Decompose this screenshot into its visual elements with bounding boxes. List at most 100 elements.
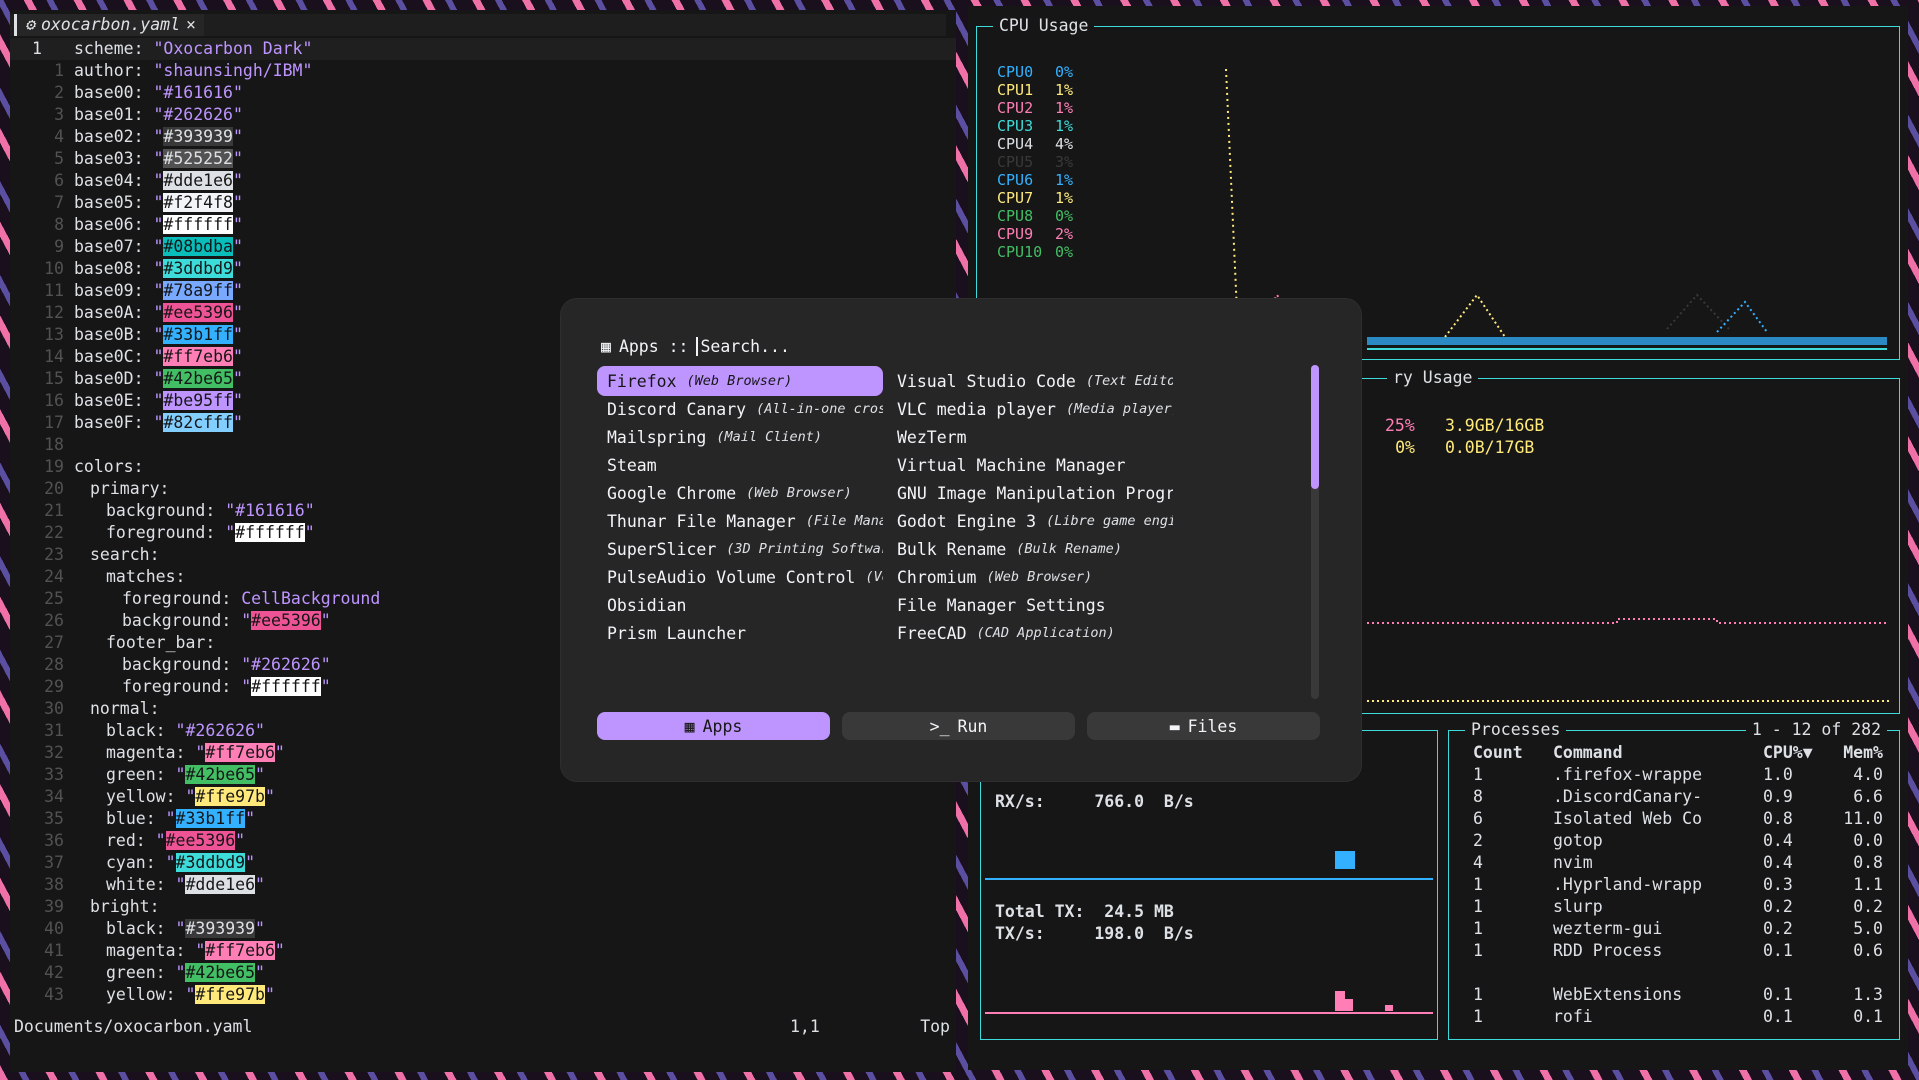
processes-panel[interactable]: Processes 1 - 12 of 282 Count Command CP… (1448, 720, 1900, 1040)
table-row[interactable]: 1 slurp 0.2 0.2 (1473, 895, 1883, 917)
line-number: 30 (44, 699, 64, 718)
app-item[interactable]: File Manager Settings (887, 590, 1173, 620)
code-line[interactable]: 2 base00: "#161616" (10, 82, 956, 104)
table-row[interactable]: 1 WebExtensions 0.1 1.3 (1473, 983, 1883, 1005)
table-row[interactable]: 1 .Hyprland-wrapp 0.3 1.1 (1473, 873, 1883, 895)
yaml-key: matches: (106, 567, 186, 586)
process-table[interactable]: Count Command CPU%▼ Mem% 1 .firefox-wrapp… (1473, 741, 1883, 1027)
app-item[interactable]: Mailspring (Mail Client) (597, 422, 883, 452)
code-line[interactable]: 42 green: "#42be65" (10, 962, 956, 984)
mode-apps-button[interactable]: ▦ Apps (597, 712, 830, 740)
app-item[interactable]: Thunar File Manager (File Manager) (597, 506, 883, 536)
table-row[interactable]: 1 wezterm-gui 0.2 5.0 (1473, 917, 1883, 939)
col-command[interactable]: Command (1553, 741, 1763, 763)
app-item[interactable]: Virtual Machine Manager (887, 450, 1173, 480)
quote: " (175, 875, 186, 894)
col-mem[interactable]: Mem% (1833, 741, 1883, 763)
app-item[interactable]: Chromium (Web Browser) (887, 562, 1173, 592)
line-number: 17 (44, 413, 64, 432)
code-line[interactable]: 5 base03: "#525252" (10, 148, 956, 170)
code-line[interactable]: 37 cyan: "#3ddbd9" (10, 852, 956, 874)
col-count[interactable]: Count (1473, 741, 1553, 763)
table-row[interactable]: 8 .DiscordCanary- 0.9 6.6 (1473, 785, 1883, 807)
quote: " (255, 765, 265, 784)
app-item[interactable]: PulseAudio Volume Control (Volume… (597, 562, 883, 592)
quote: " (304, 523, 315, 542)
line-number: 3 (54, 105, 64, 124)
app-item[interactable]: Prism Launcher (597, 618, 883, 648)
code-line[interactable]: 7 base05: "#f2f4f8" (10, 192, 956, 214)
app-item[interactable]: Obsidian (597, 590, 883, 620)
app-item[interactable]: Godot Engine 3 (Libre game engine) (887, 506, 1173, 536)
app-item[interactable]: Bulk Rename (Bulk Rename) (887, 534, 1173, 564)
line-number: 24 (44, 567, 64, 586)
table-row[interactable]: 6 Isolated Web Co 0.8 11.0 (1473, 807, 1883, 829)
quote: " (185, 787, 196, 806)
col-cpu[interactable]: CPU%▼ (1763, 741, 1833, 763)
mode-run-button[interactable]: >_ Run (842, 712, 1075, 740)
yaml-key: base06: (74, 215, 154, 234)
close-icon[interactable]: × (186, 14, 196, 36)
table-row[interactable]: 1 rofi 0.1 0.1 (1473, 1005, 1883, 1027)
code-line[interactable]: 3 base01: "#262626" (10, 104, 956, 126)
app-item[interactable]: FreeCAD (CAD Application) (887, 618, 1173, 648)
app-item[interactable]: Google Chrome (Web Browser) (597, 478, 883, 508)
app-item[interactable]: SuperSlicer (3D Printing Software) (597, 534, 883, 564)
table-row[interactable]: 4 nvim 0.4 0.8 (1473, 851, 1883, 873)
table-row[interactable]: 1 RDD Process 0.1 0.6 (1473, 939, 1883, 961)
quote: " (255, 963, 265, 982)
app-item[interactable]: GNU Image Manipulation Program(… (887, 478, 1173, 508)
color-swatch-value: #3ddbd9 (175, 853, 246, 872)
cell-command: slurp (1553, 896, 1603, 916)
app-item[interactable]: Visual Studio Code (Text Editor) (887, 366, 1173, 396)
cell-command (1553, 961, 1763, 983)
app-launcher[interactable]: ▦ Apps :: Search... Firefox (Web Browser)… (561, 299, 1361, 781)
quote: " (195, 743, 206, 762)
quote: " (320, 677, 331, 696)
code-line[interactable]: 4 base02: "#393939" (10, 126, 956, 148)
scrollbar[interactable] (1311, 365, 1319, 699)
app-item[interactable]: Discord Canary (All-in-one cross-pla… (597, 394, 883, 424)
table-row[interactable]: 2 gotop 0.4 0.0 (1473, 829, 1883, 851)
line-number: 11 (44, 281, 64, 300)
app-item[interactable]: WezTerm (887, 422, 1173, 452)
code-line[interactable]: 34 yellow: "#ffe97b" (10, 786, 956, 808)
code-line[interactable]: 1 author: "shaunsingh/IBM" (10, 60, 956, 82)
code-line[interactable]: 40 black: "#393939" (10, 918, 956, 940)
search-bar[interactable]: ▦ Apps :: Search... (601, 337, 790, 356)
color-swatch-value: #42be65 (185, 765, 256, 784)
app-item[interactable]: VLC media player (Media player) (887, 394, 1173, 424)
scrollbar-thumb[interactable] (1311, 365, 1319, 489)
mode-files-button[interactable]: ▬ Files (1087, 712, 1320, 740)
app-name: Thunar File Manager (607, 511, 796, 531)
search-input[interactable]: Search... (696, 337, 790, 356)
quote: " (225, 523, 236, 542)
code-line[interactable]: 8 base06: "#ffffff" (10, 214, 956, 236)
code-line[interactable]: 6 base04: "#dde1e6" (10, 170, 956, 192)
quote: " (153, 193, 164, 212)
quote: " (245, 853, 256, 872)
app-item[interactable]: Steam (597, 450, 883, 480)
app-name: Discord Canary (607, 399, 747, 419)
table-row[interactable]: 1 .firefox-wrappe 1.0 4.0 (1473, 763, 1883, 785)
code-line[interactable]: 35 blue: "#33b1ff" (10, 808, 956, 830)
tab-oxocarbon-yaml[interactable]: ⚙ oxocarbon.yaml × (14, 14, 204, 36)
code-line[interactable]: 1 scheme: "Oxocarbon Dark" (10, 38, 956, 60)
yaml-value: "#262626" (241, 655, 331, 674)
code-line[interactable]: 39 bright: (10, 896, 956, 918)
code-line[interactable]: 36 red: "#ee5396" (10, 830, 956, 852)
color-swatch-value: #42be65 (185, 963, 256, 982)
app-description: (3D Printing Software) (726, 541, 883, 557)
line-number: 32 (44, 743, 64, 762)
code-line[interactable]: 43 yellow: "#ffe97b" (10, 984, 956, 1006)
code-line[interactable]: 38 white: "#dde1e6" (10, 874, 956, 896)
color-swatch-value: #dde1e6 (185, 875, 256, 894)
cell-command: .firefox-wrappe (1553, 764, 1703, 784)
code-line[interactable]: 9 base07: "#08bdba" (10, 236, 956, 258)
code-line[interactable]: 10 base08: "#3ddbd9" (10, 258, 956, 280)
table-row[interactable] (1473, 961, 1883, 983)
color-swatch-value: #be95ff (163, 391, 233, 410)
code-line[interactable]: 41 magenta: "#ff7eb6" (10, 940, 956, 962)
app-item[interactable]: Firefox (Web Browser) (597, 366, 883, 396)
yaml-value: "#262626" (153, 105, 243, 124)
